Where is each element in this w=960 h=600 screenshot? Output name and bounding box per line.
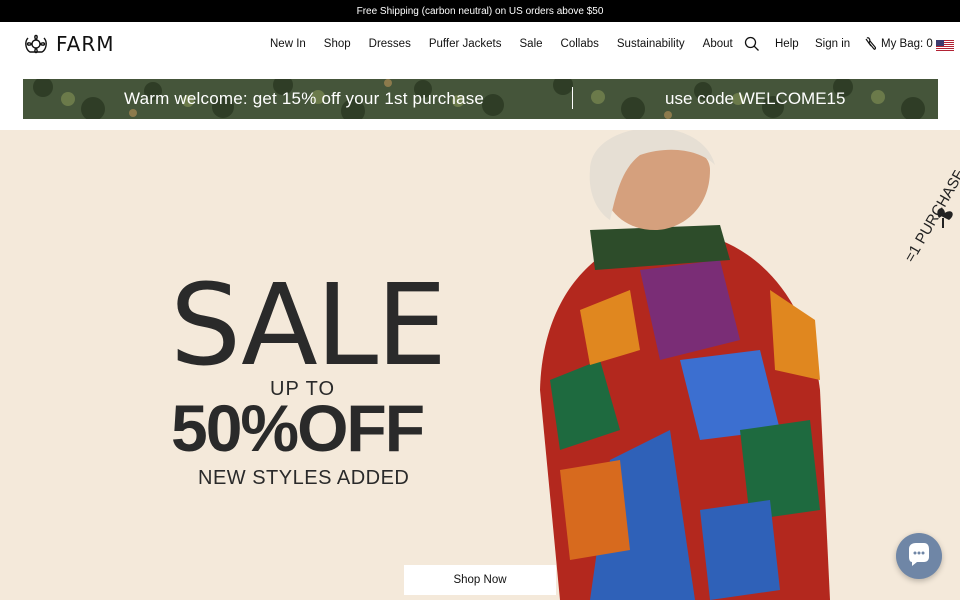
- logo-link[interactable]: FARM: [22, 32, 115, 56]
- nav-item-sale[interactable]: Sale: [520, 38, 543, 50]
- us-flag-icon[interactable]: [936, 40, 954, 52]
- promo-welcome-text: Warm welcome: get 15% off your 1st purch…: [124, 89, 485, 108]
- hero-sale-heading: SALE: [170, 261, 447, 391]
- bag-icon: [865, 37, 877, 50]
- announcement-text: Free Shipping (carbon neutral) on US ord…: [356, 5, 604, 17]
- help-link[interactable]: Help: [775, 38, 799, 50]
- promo-code-text: use code WELCOME15: [665, 89, 846, 108]
- nav-item-dresses[interactable]: Dresses: [369, 38, 411, 50]
- search-button[interactable]: [744, 36, 760, 52]
- shop-now-button[interactable]: Shop Now: [404, 565, 556, 595]
- nav-item-sustainability[interactable]: Sustainability: [617, 38, 685, 50]
- chat-button[interactable]: [896, 533, 942, 579]
- signin-link[interactable]: Sign in: [815, 38, 850, 50]
- model-in-sweater-image: [540, 130, 830, 600]
- search-icon: [744, 36, 759, 51]
- flower-logo-icon: [25, 34, 47, 54]
- site-header: FARM New In Shop Dresses Puffer Jackets …: [0, 22, 960, 68]
- bag-label: My Bag: 0: [881, 38, 933, 50]
- nav-item-new-in[interactable]: New In: [270, 38, 306, 50]
- promo-banner[interactable]: Warm welcome: get 15% off your 1st purch…: [23, 79, 938, 119]
- nav-item-shop[interactable]: Shop: [324, 38, 351, 50]
- nav-item-puffer-jackets[interactable]: Puffer Jackets: [429, 38, 502, 50]
- chat-bubble-icon: [909, 543, 929, 566]
- promo-divider: [572, 87, 573, 109]
- main-nav: New In Shop Dresses Puffer Jackets Sale …: [270, 38, 751, 50]
- hero-subline: NEW STYLES ADDED: [198, 467, 410, 489]
- logo-text: FARM: [56, 32, 115, 56]
- nav-item-collabs[interactable]: Collabs: [561, 38, 599, 50]
- bag-link[interactable]: My Bag: 0: [864, 36, 933, 52]
- tree-planted-badge: =1 PURCHASE 1 TREE PLANTED: [901, 170, 960, 265]
- nav-item-about[interactable]: About: [703, 38, 733, 50]
- hero-percent-off: 50%OFF: [171, 391, 425, 465]
- hero-banner: SALE UP TO 50%OFF NEW STYLES ADDED =1 PU…: [0, 130, 960, 600]
- announcement-bar: Free Shipping (carbon neutral) on US ord…: [0, 0, 960, 22]
